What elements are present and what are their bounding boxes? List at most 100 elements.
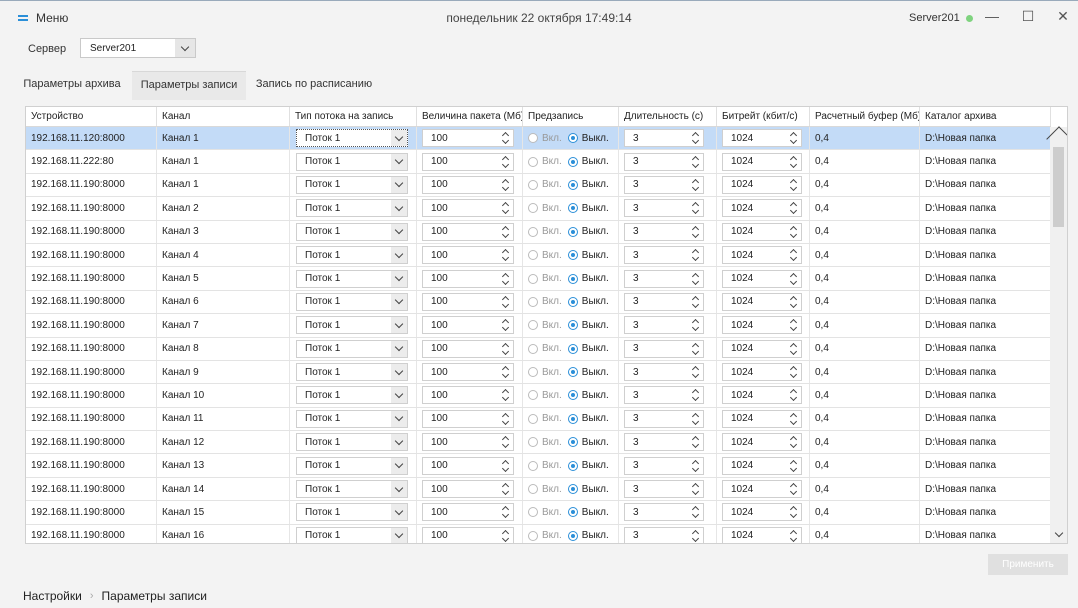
stream-type-select[interactable]: Поток 1 xyxy=(296,433,408,452)
prerecord-on-radio[interactable]: Вкл. xyxy=(528,437,562,448)
prerecord-off-radio[interactable]: Выкл. xyxy=(567,250,609,261)
cell-archive-folder[interactable]: D:\Новая папка xyxy=(920,431,1051,454)
scroll-thumb[interactable] xyxy=(1053,147,1064,227)
spin-arrows-icon[interactable] xyxy=(787,130,801,146)
col-header-buffer[interactable]: Расчетный буфер (Мб) xyxy=(810,107,920,126)
spin-arrows-icon[interactable] xyxy=(499,271,513,287)
packet-size-spinbox[interactable]: 100 xyxy=(422,480,514,499)
spin-arrows-icon[interactable] xyxy=(689,411,703,427)
duration-spinbox[interactable]: 3 xyxy=(624,433,704,452)
bitrate-spinbox[interactable]: 1024 xyxy=(722,129,802,148)
bitrate-spinbox[interactable]: 1024 xyxy=(722,199,802,218)
table-row[interactable]: 192.168.11.190:8000 Канал 6 Поток 1 100 Вкл.… xyxy=(26,290,1051,315)
stream-type-select[interactable]: Поток 1 xyxy=(296,339,408,358)
bitrate-spinbox[interactable]: 1024 xyxy=(722,246,802,265)
minimize-button[interactable]: — xyxy=(975,3,1009,29)
spin-arrows-icon[interactable] xyxy=(787,247,801,263)
table-row[interactable]: 192.168.11.190:8000 Канал 15 Поток 1 100 Вкл… xyxy=(26,501,1051,525)
stream-type-select[interactable]: Поток 1 xyxy=(296,269,408,288)
spin-arrows-icon[interactable] xyxy=(499,481,513,497)
table-row[interactable]: 192.168.11.190:8000 Канал 7 Поток 1 100 Вкл.… xyxy=(26,314,1051,338)
prerecord-off-radio[interactable]: Выкл. xyxy=(567,343,609,354)
prerecord-off-radio[interactable]: Выкл. xyxy=(567,530,609,541)
spin-arrows-icon[interactable] xyxy=(499,130,513,146)
prerecord-off-radio[interactable]: Выкл. xyxy=(567,133,609,144)
cell-archive-folder[interactable]: D:\Новая папка xyxy=(920,127,1051,150)
stream-type-select[interactable]: Поток 1 xyxy=(296,152,408,171)
bitrate-spinbox[interactable]: 1024 xyxy=(722,152,802,171)
prerecord-off-radio[interactable]: Выкл. xyxy=(567,367,609,378)
stream-type-select[interactable]: Поток 1 xyxy=(296,456,408,475)
spin-arrows-icon[interactable] xyxy=(787,364,801,380)
spin-arrows-icon[interactable] xyxy=(689,177,703,193)
spin-arrows-icon[interactable] xyxy=(499,504,513,520)
bitrate-spinbox[interactable]: 1024 xyxy=(722,503,802,522)
cell-archive-folder[interactable]: D:\Новая папка xyxy=(920,197,1051,220)
stream-type-select[interactable]: Поток 1 xyxy=(296,480,408,499)
spin-arrows-icon[interactable] xyxy=(787,434,801,450)
prerecord-on-radio[interactable]: Вкл. xyxy=(528,273,562,284)
bitrate-spinbox[interactable]: 1024 xyxy=(722,480,802,499)
packet-size-spinbox[interactable]: 100 xyxy=(422,339,514,358)
spin-arrows-icon[interactable] xyxy=(499,364,513,380)
duration-spinbox[interactable]: 3 xyxy=(624,386,704,405)
spin-arrows-icon[interactable] xyxy=(787,200,801,216)
spin-arrows-icon[interactable] xyxy=(787,224,801,240)
prerecord-on-radio[interactable]: Вкл. xyxy=(528,320,562,331)
table-row[interactable]: 192.168.11.190:8000 Канал 1 Поток 1 100 Вкл.… xyxy=(26,173,1051,198)
prerecord-on-radio[interactable]: Вкл. xyxy=(528,343,562,354)
packet-size-spinbox[interactable]: 100 xyxy=(422,433,514,452)
duration-spinbox[interactable]: 3 xyxy=(624,409,704,428)
packet-size-spinbox[interactable]: 100 xyxy=(422,152,514,171)
prerecord-on-radio[interactable]: Вкл. xyxy=(528,179,562,190)
col-header-bitrate[interactable]: Битрейт (кбит/с) xyxy=(717,107,810,126)
prerecord-off-radio[interactable]: Выкл. xyxy=(567,226,609,237)
spin-arrows-icon[interactable] xyxy=(499,224,513,240)
cell-archive-folder[interactable]: D:\Новая папка xyxy=(920,501,1051,524)
table-row[interactable]: 192.168.11.190:8000 Канал 4 Поток 1 100 Вкл.… xyxy=(26,243,1051,268)
spin-arrows-icon[interactable] xyxy=(689,154,703,170)
spin-arrows-icon[interactable] xyxy=(787,481,801,497)
prerecord-off-radio[interactable]: Выкл. xyxy=(567,273,609,284)
tab-archive-params[interactable]: Параметры архива xyxy=(18,71,126,99)
bitrate-spinbox[interactable]: 1024 xyxy=(722,222,802,241)
packet-size-spinbox[interactable]: 100 xyxy=(422,503,514,522)
spin-arrows-icon[interactable] xyxy=(689,434,703,450)
prerecord-on-radio[interactable]: Вкл. xyxy=(528,413,562,424)
stream-type-select[interactable]: Поток 1 xyxy=(296,409,408,428)
prerecord-off-radio[interactable]: Выкл. xyxy=(567,156,609,167)
spin-arrows-icon[interactable] xyxy=(787,341,801,357)
duration-spinbox[interactable]: 3 xyxy=(624,503,704,522)
spin-arrows-icon[interactable] xyxy=(499,247,513,263)
spin-arrows-icon[interactable] xyxy=(787,271,801,287)
stream-type-select[interactable]: Поток 1 xyxy=(296,503,408,522)
table-row[interactable]: 192.168.11.222:80 Канал 1 Поток 1 100 Вкл. Вы… xyxy=(26,150,1051,174)
stream-type-select[interactable]: Поток 1 xyxy=(296,175,408,194)
prerecord-off-radio[interactable]: Выкл. xyxy=(567,460,609,471)
stream-type-select[interactable]: Поток 1 xyxy=(296,386,408,405)
table-row[interactable]: 192.168.11.190:8000 Канал 12 Поток 1 100 Вкл… xyxy=(26,431,1051,455)
spin-arrows-icon[interactable] xyxy=(689,294,703,310)
packet-size-spinbox[interactable]: 100 xyxy=(422,129,514,148)
spin-arrows-icon[interactable] xyxy=(689,247,703,263)
cell-archive-folder[interactable]: D:\Новая папка xyxy=(920,524,1051,543)
spin-arrows-icon[interactable] xyxy=(689,481,703,497)
duration-spinbox[interactable]: 3 xyxy=(624,175,704,194)
cell-archive-folder[interactable]: D:\Новая папка xyxy=(920,384,1051,407)
prerecord-off-radio[interactable]: Выкл. xyxy=(567,320,609,331)
spin-arrows-icon[interactable] xyxy=(787,177,801,193)
vertical-scrollbar[interactable] xyxy=(1046,126,1067,543)
cell-archive-folder[interactable]: D:\Новая папка xyxy=(920,220,1051,243)
cell-archive-folder[interactable]: D:\Новая папка xyxy=(920,454,1051,477)
cell-archive-folder[interactable]: D:\Новая папка xyxy=(920,267,1051,290)
packet-size-spinbox[interactable]: 100 xyxy=(422,409,514,428)
spin-arrows-icon[interactable] xyxy=(689,341,703,357)
spin-arrows-icon[interactable] xyxy=(499,317,513,333)
spin-arrows-icon[interactable] xyxy=(689,364,703,380)
bitrate-spinbox[interactable]: 1024 xyxy=(722,316,802,335)
bitrate-spinbox[interactable]: 1024 xyxy=(722,292,802,311)
cell-archive-folder[interactable]: D:\Новая папка xyxy=(920,243,1051,267)
prerecord-off-radio[interactable]: Выкл. xyxy=(567,413,609,424)
duration-spinbox[interactable]: 3 xyxy=(624,526,704,543)
spin-arrows-icon[interactable] xyxy=(787,458,801,474)
